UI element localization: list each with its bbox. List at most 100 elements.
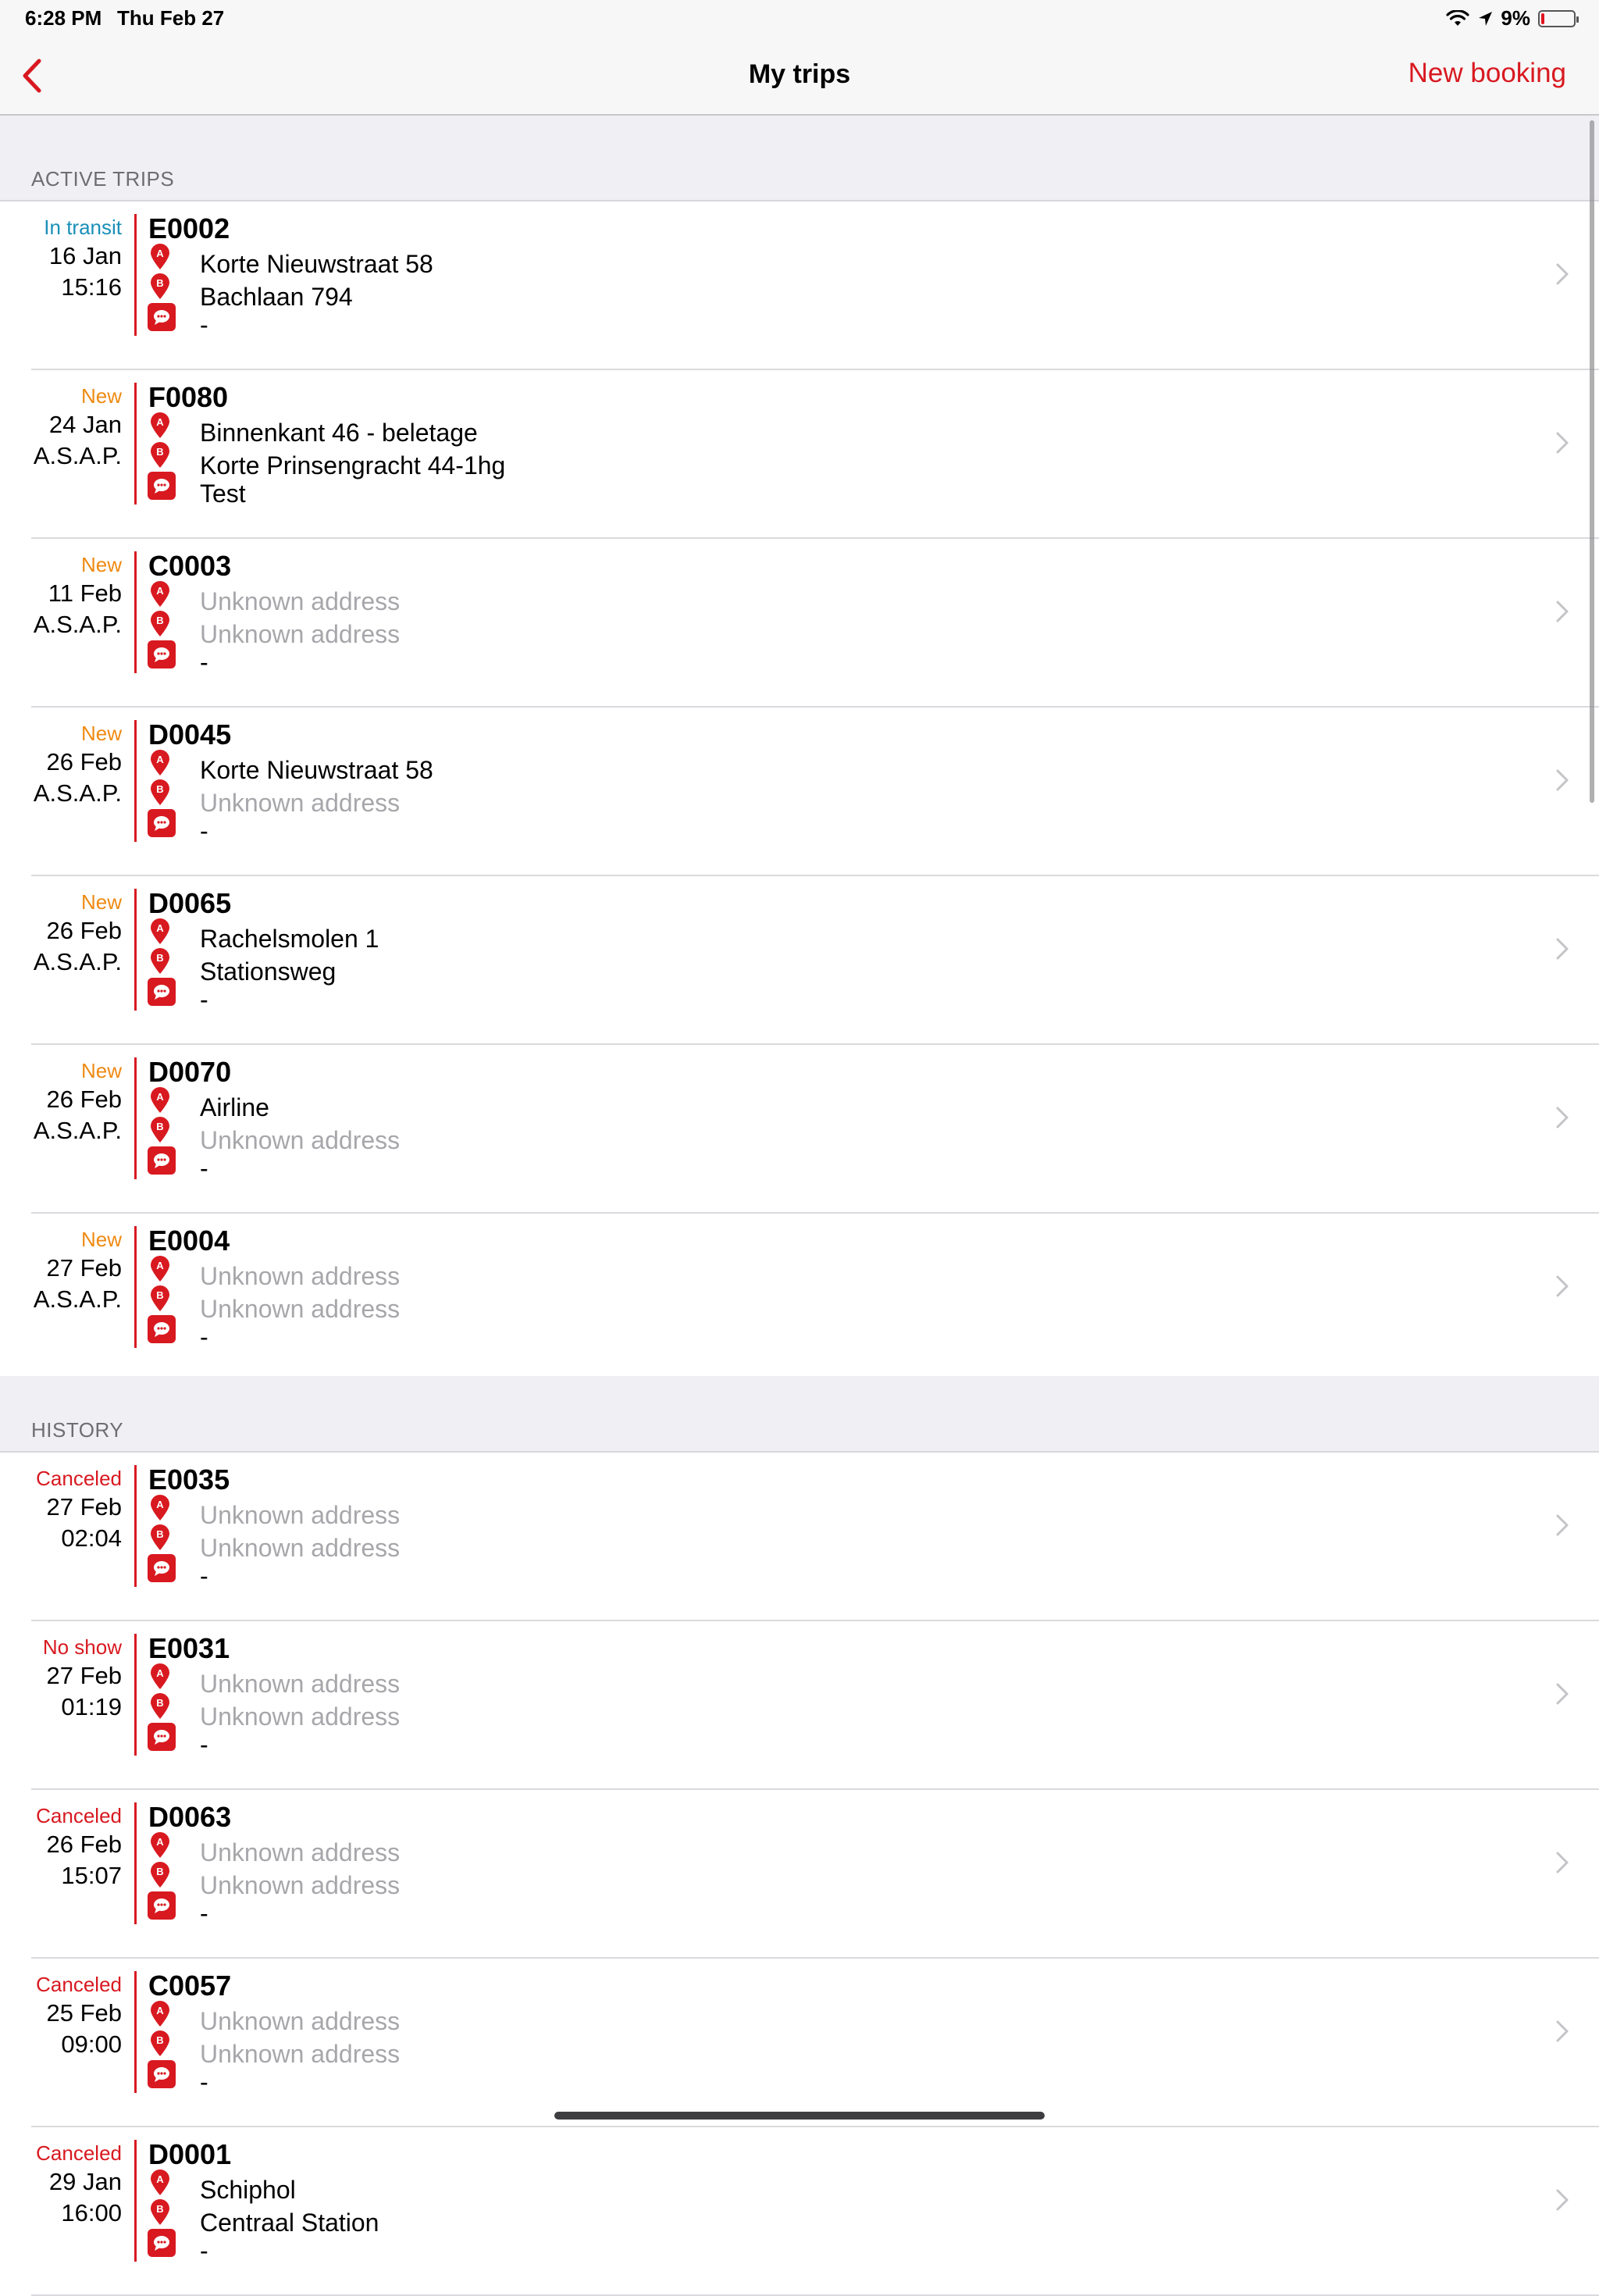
trip-status: New bbox=[80, 1059, 122, 1082]
trip-date: 11 Feb bbox=[48, 579, 122, 607]
pickup-address: Unknown address bbox=[200, 1838, 401, 1866]
trip-note: - bbox=[200, 1899, 208, 1927]
trip-row[interactable]: New 11 Feb A.S.A.P. C0003 A B Unknown ad… bbox=[0, 539, 1599, 708]
trip-row[interactable]: New 24 Jan A.S.A.P. F0080 A B Binnenkant… bbox=[0, 370, 1599, 539]
trip-row[interactable]: New 26 Feb A.S.A.P. D0065 A B Rachelsmol… bbox=[0, 876, 1599, 1045]
trip-row[interactable]: Canceled 26 Feb 15:07 D0063 A B Unknown … bbox=[0, 1790, 1599, 1959]
dropoff-pin-icon: B bbox=[151, 1117, 169, 1143]
message-icon bbox=[148, 1891, 176, 1920]
svg-text:A: A bbox=[156, 1499, 164, 1510]
trip-status: Canceled bbox=[36, 1973, 122, 1996]
dropoff-pin-icon: B bbox=[151, 1524, 169, 1550]
svg-text:A: A bbox=[156, 1667, 164, 1679]
pickup-address: Airline bbox=[200, 1093, 269, 1121]
trip-row[interactable]: New 27 Feb A.S.A.P. E0004 A B Unknown ad… bbox=[0, 1214, 1599, 1382]
pickup-address: Unknown address bbox=[200, 587, 401, 615]
dropoff-address: Korte Prinsengracht 44-1hg bbox=[200, 451, 506, 480]
trip-status: Canceled bbox=[36, 2141, 122, 2165]
svg-text:B: B bbox=[156, 1289, 163, 1301]
dropoff-address: Bachlaan 794 bbox=[200, 283, 353, 311]
svg-text:B: B bbox=[156, 2203, 163, 2215]
location-arrow-icon bbox=[1479, 11, 1493, 26]
svg-text:B: B bbox=[156, 446, 163, 458]
trip-date: 26 Feb bbox=[46, 917, 122, 944]
trip-note: Test bbox=[200, 480, 246, 508]
trip-note: - bbox=[200, 1154, 208, 1182]
trip-code: D0063 bbox=[148, 1801, 232, 1833]
pickup-address: Schiphol bbox=[200, 2176, 296, 2204]
trip-status: New bbox=[80, 384, 122, 408]
trip-note: - bbox=[200, 2068, 208, 2096]
home-indicator[interactable] bbox=[554, 2112, 1045, 2120]
svg-text:B: B bbox=[156, 783, 163, 795]
trip-row[interactable]: In transit 16 Jan 15:16 E0002 A B Korte … bbox=[0, 201, 1599, 370]
svg-text:B: B bbox=[156, 277, 163, 289]
trip-row[interactable]: New 26 Feb A.S.A.P. D0045 A B Korte Nieu… bbox=[0, 708, 1599, 876]
trip-row[interactable]: No show 27 Feb 01:19 E0031 A B Unknown a… bbox=[0, 1621, 1599, 1790]
dropoff-address: Unknown address bbox=[200, 1295, 401, 1323]
trip-date: 26 Feb bbox=[46, 748, 122, 775]
scrollbar[interactable] bbox=[1590, 120, 1594, 803]
trip-status: In transit bbox=[44, 216, 122, 239]
chevron-right-icon bbox=[1556, 1852, 1569, 1874]
pickup-pin-icon: A bbox=[151, 1832, 169, 1858]
pickup-pin-icon: A bbox=[151, 1495, 169, 1521]
svg-text:A: A bbox=[156, 585, 164, 597]
trip-divider bbox=[134, 214, 137, 336]
trip-row[interactable]: Canceled 25 Feb 09:00 C0057 A B Unknown … bbox=[0, 1959, 1599, 2127]
message-icon bbox=[148, 1554, 176, 1582]
trip-row[interactable]: Canceled 27 Feb 02:04 E0035 A B Unknown … bbox=[0, 1453, 1599, 1621]
trip-row[interactable]: New 26 Feb A.S.A.P. D0070 A B Airline Un… bbox=[0, 1045, 1599, 1214]
trip-date: 29 Jan bbox=[48, 2168, 122, 2195]
chevron-right-icon bbox=[1556, 1514, 1569, 1536]
pickup-address: Rachelsmolen 1 bbox=[200, 925, 379, 953]
pickup-address: Korte Nieuwstraat 58 bbox=[200, 250, 433, 278]
navigation-bar: My trips New booking bbox=[0, 37, 1599, 116]
trip-divider bbox=[134, 551, 137, 673]
dropoff-pin-icon: B bbox=[151, 948, 169, 974]
dropoff-address: Unknown address bbox=[200, 1126, 401, 1154]
trip-code: E0035 bbox=[148, 1464, 230, 1496]
trip-row[interactable]: Canceled 29 Jan 16:00 D0001 A B Schiphol… bbox=[0, 2127, 1599, 2296]
pickup-pin-icon: A bbox=[151, 750, 169, 775]
message-icon bbox=[148, 1723, 176, 1751]
trip-divider bbox=[134, 1057, 137, 1179]
dropoff-address: Unknown address bbox=[200, 1534, 401, 1562]
pickup-address: Binnenkant 46 - beletage bbox=[200, 419, 478, 447]
trip-code: E0002 bbox=[148, 212, 230, 244]
section-label-active: ACTIVE TRIPS bbox=[31, 167, 175, 191]
trip-code: E0004 bbox=[148, 1225, 230, 1257]
trip-date: 26 Feb bbox=[46, 1831, 122, 1858]
trip-date: 27 Feb bbox=[46, 1662, 122, 1689]
pickup-pin-icon: A bbox=[151, 581, 169, 607]
pickup-pin-icon: A bbox=[151, 244, 169, 269]
trip-status: New bbox=[80, 722, 122, 745]
trip-code: C0003 bbox=[148, 550, 232, 582]
trip-date: 16 Jan bbox=[48, 242, 122, 269]
new-booking-button[interactable]: New booking bbox=[1408, 58, 1566, 89]
dropoff-address: Unknown address bbox=[200, 1702, 401, 1731]
trip-time: A.S.A.P. bbox=[33, 779, 122, 807]
trip-status: New bbox=[80, 553, 122, 576]
svg-text:B: B bbox=[156, 1866, 163, 1877]
dropoff-address: Unknown address bbox=[200, 2040, 401, 2068]
trip-time: 01:19 bbox=[61, 1693, 122, 1720]
chevron-right-icon bbox=[1556, 938, 1569, 960]
trip-time: 16:00 bbox=[61, 2199, 122, 2226]
section-header-active: ACTIVE TRIPS bbox=[0, 116, 1599, 201]
dropoff-address: Unknown address bbox=[200, 1871, 401, 1899]
trip-divider bbox=[134, 1802, 137, 1924]
svg-text:A: A bbox=[156, 248, 164, 259]
chevron-right-icon bbox=[1556, 263, 1569, 285]
dropoff-address: Unknown address bbox=[200, 789, 401, 817]
svg-text:B: B bbox=[156, 952, 163, 964]
dropoff-address: Centraal Station bbox=[200, 2209, 379, 2237]
message-icon bbox=[148, 2060, 176, 2088]
trip-code: C0057 bbox=[148, 1970, 232, 2002]
trip-divider bbox=[134, 2140, 137, 2262]
dropoff-pin-icon: B bbox=[151, 779, 169, 805]
battery-level bbox=[1541, 12, 1544, 24]
svg-text:A: A bbox=[156, 1091, 164, 1103]
trip-time: 09:00 bbox=[61, 2030, 122, 2058]
dropoff-address: Stationsweg bbox=[200, 957, 337, 986]
